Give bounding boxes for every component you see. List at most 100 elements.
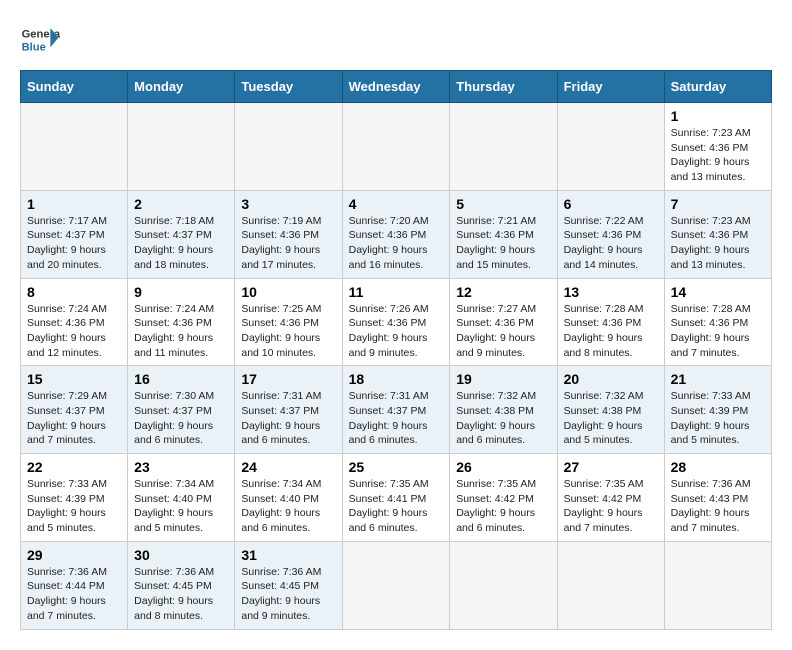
calendar-cell [128,103,235,191]
calendar-body: 1 Sunrise: 7:23 AMSunset: 4:36 PMDayligh… [21,103,772,630]
calendar-table: SundayMondayTuesdayWednesdayThursdayFrid… [20,70,772,630]
day-info: Sunrise: 7:35 AMSunset: 4:42 PMDaylight:… [564,478,644,534]
calendar-cell: 24 Sunrise: 7:34 AMSunset: 4:40 PMDaylig… [235,454,342,542]
calendar-cell [21,103,128,191]
calendar-cell: 3 Sunrise: 7:19 AMSunset: 4:36 PMDayligh… [235,190,342,278]
calendar-cell: 17 Sunrise: 7:31 AMSunset: 4:37 PMDaylig… [235,366,342,454]
calendar-cell [557,103,664,191]
day-info: Sunrise: 7:17 AMSunset: 4:37 PMDaylight:… [27,215,107,271]
day-header-thursday: Thursday [450,71,557,103]
day-info: Sunrise: 7:28 AMSunset: 4:36 PMDaylight:… [564,303,644,359]
day-number: 30 [134,547,228,563]
day-number: 18 [349,371,444,387]
day-number: 7 [671,196,765,212]
calendar-week-row: 22 Sunrise: 7:33 AMSunset: 4:39 PMDaylig… [21,454,772,542]
day-info: Sunrise: 7:36 AMSunset: 4:43 PMDaylight:… [671,478,751,534]
day-header-friday: Friday [557,71,664,103]
day-number: 9 [134,284,228,300]
page-header: General Blue [20,20,772,60]
day-info: Sunrise: 7:24 AMSunset: 4:36 PMDaylight:… [134,303,214,359]
day-number: 23 [134,459,228,475]
day-info: Sunrise: 7:29 AMSunset: 4:37 PMDaylight:… [27,390,107,446]
day-info: Sunrise: 7:36 AMSunset: 4:45 PMDaylight:… [241,566,321,622]
day-number: 6 [564,196,658,212]
day-number: 19 [456,371,550,387]
day-number: 11 [349,284,444,300]
day-info: Sunrise: 7:30 AMSunset: 4:37 PMDaylight:… [134,390,214,446]
calendar-cell: 11 Sunrise: 7:26 AMSunset: 4:36 PMDaylig… [342,278,450,366]
day-number: 5 [456,196,550,212]
day-info: Sunrise: 7:19 AMSunset: 4:36 PMDaylight:… [241,215,321,271]
calendar-cell: 14 Sunrise: 7:28 AMSunset: 4:36 PMDaylig… [664,278,771,366]
calendar-cell [557,541,664,629]
day-info: Sunrise: 7:35 AMSunset: 4:42 PMDaylight:… [456,478,536,534]
day-info: Sunrise: 7:25 AMSunset: 4:36 PMDaylight:… [241,303,321,359]
day-info: Sunrise: 7:28 AMSunset: 4:36 PMDaylight:… [671,303,751,359]
day-number: 2 [134,196,228,212]
calendar-cell: 7 Sunrise: 7:23 AMSunset: 4:36 PMDayligh… [664,190,771,278]
day-number: 26 [456,459,550,475]
calendar-cell: 16 Sunrise: 7:30 AMSunset: 4:37 PMDaylig… [128,366,235,454]
day-number: 25 [349,459,444,475]
day-number: 12 [456,284,550,300]
day-number: 1 [671,108,765,124]
day-number: 3 [241,196,335,212]
day-number: 31 [241,547,335,563]
calendar-cell: 29 Sunrise: 7:36 AMSunset: 4:44 PMDaylig… [21,541,128,629]
day-info: Sunrise: 7:31 AMSunset: 4:37 PMDaylight:… [241,390,321,446]
calendar-cell: 22 Sunrise: 7:33 AMSunset: 4:39 PMDaylig… [21,454,128,542]
day-number: 21 [671,371,765,387]
day-info: Sunrise: 7:33 AMSunset: 4:39 PMDaylight:… [27,478,107,534]
calendar-cell: 18 Sunrise: 7:31 AMSunset: 4:37 PMDaylig… [342,366,450,454]
calendar-cell [664,541,771,629]
calendar-cell: 30 Sunrise: 7:36 AMSunset: 4:45 PMDaylig… [128,541,235,629]
day-number: 4 [349,196,444,212]
calendar-cell: 21 Sunrise: 7:33 AMSunset: 4:39 PMDaylig… [664,366,771,454]
calendar-cell: 2 Sunrise: 7:18 AMSunset: 4:37 PMDayligh… [128,190,235,278]
calendar-cell: 6 Sunrise: 7:22 AMSunset: 4:36 PMDayligh… [557,190,664,278]
calendar-cell: 13 Sunrise: 7:28 AMSunset: 4:36 PMDaylig… [557,278,664,366]
calendar-cell: 5 Sunrise: 7:21 AMSunset: 4:36 PMDayligh… [450,190,557,278]
day-info: Sunrise: 7:34 AMSunset: 4:40 PMDaylight:… [134,478,214,534]
day-info: Sunrise: 7:27 AMSunset: 4:36 PMDaylight:… [456,303,536,359]
calendar-cell: 20 Sunrise: 7:32 AMSunset: 4:38 PMDaylig… [557,366,664,454]
calendar-cell: 1 Sunrise: 7:17 AMSunset: 4:37 PMDayligh… [21,190,128,278]
day-number: 28 [671,459,765,475]
day-info: Sunrise: 7:36 AMSunset: 4:45 PMDaylight:… [134,566,214,622]
calendar-cell [342,103,450,191]
day-number: 16 [134,371,228,387]
calendar-cell: 9 Sunrise: 7:24 AMSunset: 4:36 PMDayligh… [128,278,235,366]
day-info: Sunrise: 7:20 AMSunset: 4:36 PMDaylight:… [349,215,429,271]
day-info: Sunrise: 7:35 AMSunset: 4:41 PMDaylight:… [349,478,429,534]
calendar-header-row: SundayMondayTuesdayWednesdayThursdayFrid… [21,71,772,103]
day-number: 29 [27,547,121,563]
calendar-cell: 25 Sunrise: 7:35 AMSunset: 4:41 PMDaylig… [342,454,450,542]
day-info: Sunrise: 7:33 AMSunset: 4:39 PMDaylight:… [671,390,751,446]
day-number: 1 [27,196,121,212]
day-header-monday: Monday [128,71,235,103]
day-number: 8 [27,284,121,300]
calendar-cell: 15 Sunrise: 7:29 AMSunset: 4:37 PMDaylig… [21,366,128,454]
day-info: Sunrise: 7:32 AMSunset: 4:38 PMDaylight:… [564,390,644,446]
calendar-cell: 10 Sunrise: 7:25 AMSunset: 4:36 PMDaylig… [235,278,342,366]
calendar-week-row: 1 Sunrise: 7:17 AMSunset: 4:37 PMDayligh… [21,190,772,278]
day-number: 24 [241,459,335,475]
day-header-wednesday: Wednesday [342,71,450,103]
calendar-cell: 1 Sunrise: 7:23 AMSunset: 4:36 PMDayligh… [664,103,771,191]
day-number: 14 [671,284,765,300]
day-number: 10 [241,284,335,300]
calendar-week-row: 8 Sunrise: 7:24 AMSunset: 4:36 PMDayligh… [21,278,772,366]
day-info: Sunrise: 7:21 AMSunset: 4:36 PMDaylight:… [456,215,536,271]
day-info: Sunrise: 7:24 AMSunset: 4:36 PMDaylight:… [27,303,107,359]
day-number: 17 [241,371,335,387]
svg-text:Blue: Blue [22,41,46,53]
day-header-tuesday: Tuesday [235,71,342,103]
calendar-cell: 23 Sunrise: 7:34 AMSunset: 4:40 PMDaylig… [128,454,235,542]
day-info: Sunrise: 7:26 AMSunset: 4:36 PMDaylight:… [349,303,429,359]
day-number: 22 [27,459,121,475]
logo-icon: General Blue [20,20,60,60]
calendar-week-row: 29 Sunrise: 7:36 AMSunset: 4:44 PMDaylig… [21,541,772,629]
day-info: Sunrise: 7:22 AMSunset: 4:36 PMDaylight:… [564,215,644,271]
calendar-cell: 8 Sunrise: 7:24 AMSunset: 4:36 PMDayligh… [21,278,128,366]
day-info: Sunrise: 7:23 AMSunset: 4:36 PMDaylight:… [671,127,751,183]
